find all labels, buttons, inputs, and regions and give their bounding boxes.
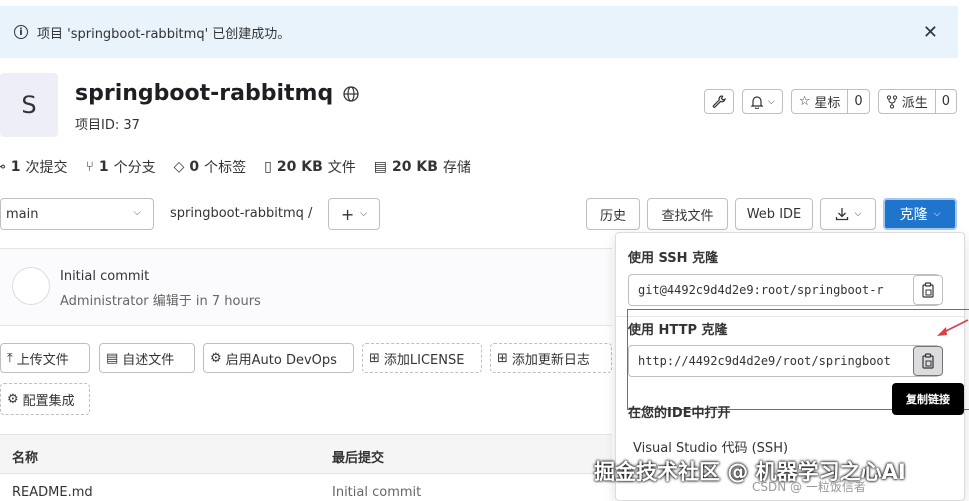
- clone-button[interactable]: 克隆 ⌵: [883, 198, 957, 230]
- ssh-url-field[interactable]: git@4492c9d4d2e9:root/springboot-r: [628, 274, 940, 306]
- header-actions: ⌵ ☆ 星标 0 派生 0: [703, 89, 957, 114]
- branch-name: main: [6, 206, 39, 222]
- project-name[interactable]: springboot-rabbitmq: [75, 81, 333, 106]
- commit-author[interactable]: Administrator: [60, 294, 149, 309]
- plus-square-icon: ⊞: [497, 350, 508, 366]
- stat-branches[interactable]: ⑂ 1 个分支: [85, 157, 155, 177]
- project-title: springboot-rabbitmq: [75, 81, 359, 106]
- add-license-button[interactable]: ⊞ 添加LICENSE: [362, 343, 482, 373]
- clone-label: 克隆: [899, 207, 928, 223]
- readme-button[interactable]: ▤ 自述文件: [99, 343, 195, 373]
- clipboard-icon: [922, 282, 934, 298]
- file-commit[interactable]: Initial commit: [332, 485, 421, 500]
- project-id: 项目ID: 37: [75, 118, 140, 133]
- watermark-sub: CSDN @ 一粒饭信者: [752, 480, 866, 494]
- fork-icon: [886, 94, 897, 109]
- commit-meta: Administrator 编辑于 in 7 hours: [60, 290, 261, 309]
- stat-files[interactable]: ▯ 20 KB 文件: [264, 157, 356, 177]
- file-name[interactable]: README.md: [12, 485, 93, 500]
- bell-icon: [750, 95, 764, 109]
- notification-button[interactable]: ⌵: [741, 89, 783, 114]
- success-alert: i 项目 'springboot-rabbitmq' 已创建成功。 ✕: [0, 6, 958, 58]
- upload-file-button[interactable]: ⤒ 上传文件: [0, 343, 90, 373]
- chevron-down-icon: ⌵: [360, 209, 368, 219]
- project-avatar: S: [0, 73, 58, 137]
- web-ide-button[interactable]: Web IDE: [735, 198, 813, 230]
- configure-integrations-button[interactable]: ⚙ 配置集成: [0, 383, 90, 415]
- alert-message: 项目 'springboot-rabbitmq' 已创建成功。: [37, 26, 291, 42]
- storage-icon: ▤: [373, 159, 388, 175]
- chevron-down-icon: ⌵: [854, 209, 862, 219]
- vscode-ssh-item[interactable]: Visual Studio 代码 (SSH): [633, 437, 788, 456]
- globe-icon: [343, 85, 359, 102]
- gear-icon: ⚙: [7, 391, 19, 407]
- history-button[interactable]: 历史: [586, 198, 640, 230]
- open-in-ide-label: 在您的IDE中打开: [628, 406, 731, 421]
- close-icon[interactable]: ✕: [923, 22, 938, 43]
- star-count[interactable]: 0: [847, 90, 868, 113]
- fork-count[interactable]: 0: [934, 90, 956, 113]
- last-commit: Initial commit Administrator 编辑于 in 7 ho…: [0, 248, 612, 326]
- branch-select[interactable]: main ⌵: [0, 198, 154, 230]
- chevron-down-icon: ⌵: [133, 207, 141, 218]
- fork-button[interactable]: 派生 0: [877, 89, 957, 114]
- file-table-header: 名称 最后提交: [0, 434, 612, 474]
- find-file-button[interactable]: 查找文件: [647, 198, 728, 230]
- commit-icon: ⊸: [0, 159, 6, 175]
- fork-label: 派生: [901, 96, 928, 111]
- project-stats: ⊸1次提交 ⑂1个分支 ◇0个标签 ▯20 KB文件 ▤20 KB存储: [0, 157, 471, 177]
- stat-tags[interactable]: ◇ 0 个标签: [174, 157, 247, 177]
- star-label: 星标: [814, 96, 841, 111]
- commit-title[interactable]: Initial commit: [60, 269, 149, 284]
- info-icon: i: [14, 25, 28, 39]
- wrench-icon: [712, 94, 726, 108]
- document-icon: ▤: [106, 350, 119, 366]
- stat-storage[interactable]: ▤ 20 KB 存储: [374, 157, 471, 177]
- copy-ssh-button[interactable]: [913, 275, 943, 305]
- column-name: 名称: [12, 451, 39, 466]
- auto-devops-button[interactable]: ⚙ 启用Auto DevOps: [203, 343, 354, 373]
- plus-icon: +: [340, 204, 355, 224]
- ssh-clone-label: 使用 SSH 克隆: [628, 251, 719, 266]
- chevron-down-icon: ⌵: [767, 96, 775, 107]
- table-row[interactable]: README.md Initial commit: [0, 475, 612, 501]
- star-button[interactable]: ☆ 星标 0: [790, 89, 870, 114]
- download-button[interactable]: ⌵: [820, 198, 876, 230]
- copy-tooltip: 复制链接: [892, 383, 964, 415]
- tag-icon: ◇: [173, 159, 185, 175]
- download-icon: [835, 208, 848, 221]
- file-icon: ▯: [264, 159, 272, 175]
- upload-icon: ⤒: [7, 350, 13, 366]
- branch-icon: ⑂: [85, 159, 94, 175]
- commit-time: 编辑于 in 7 hours: [152, 294, 261, 309]
- column-last-commit: 最后提交: [332, 451, 385, 466]
- breadcrumb[interactable]: springboot-rabbitmq /: [170, 206, 312, 221]
- stat-commits[interactable]: ⊸1次提交: [0, 157, 67, 177]
- repo-toolbar: main ⌵ springboot-rabbitmq / + ⌵ 历史 查找文件 …: [0, 198, 969, 232]
- star-icon: ☆: [798, 94, 811, 109]
- gear-icon: ⚙: [210, 350, 222, 366]
- annotation-arrow-icon: [937, 319, 969, 336]
- chevron-down-icon: ⌵: [933, 209, 941, 219]
- add-changelog-button[interactable]: ⊞ 添加更新日志: [490, 343, 612, 373]
- author-avatar[interactable]: [12, 267, 50, 305]
- add-dropdown-button[interactable]: + ⌵: [328, 198, 380, 230]
- settings-button[interactable]: [703, 89, 734, 114]
- plus-square-icon: ⊞: [369, 350, 380, 366]
